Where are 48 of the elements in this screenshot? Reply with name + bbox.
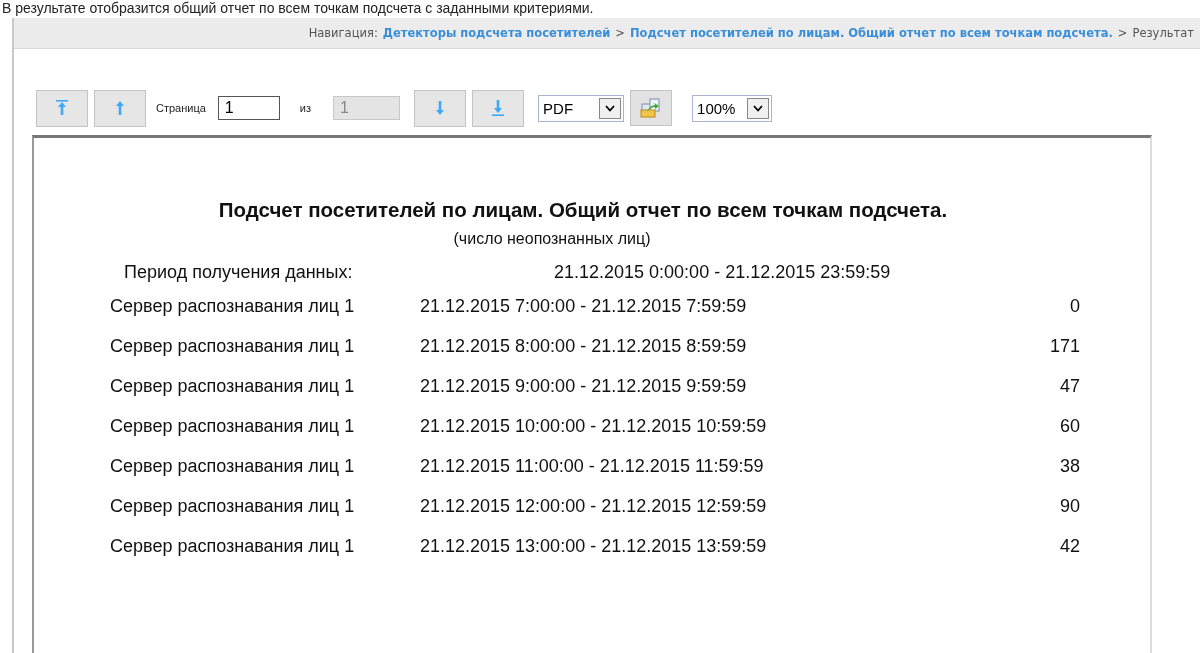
documents-arrow-icon	[640, 98, 663, 118]
arrow-down-to-bottom-icon	[491, 100, 506, 116]
time-interval: 21.12.2015 12:00:00 - 21.12.2015 12:59:59	[420, 495, 768, 517]
chevron-down-icon	[753, 104, 764, 112]
visitor-count: 60	[1058, 415, 1080, 437]
time-interval: 21.12.2015 9:00:00 - 21.12.2015 9:59:59	[420, 375, 748, 397]
time-interval: 21.12.2015 13:00:00 - 21.12.2015 13:59:59	[420, 535, 768, 557]
breadcrumb-current: Результат	[1132, 26, 1194, 40]
report-subtitle: (число неопознанных лиц)	[452, 230, 652, 248]
page-number-field[interactable]: 1	[217, 96, 280, 120]
period-value: 21.12.2015 0:00:00 - 21.12.2015 23:59:59	[554, 261, 891, 283]
total-pages-field: 1	[333, 96, 401, 120]
arrow-up-to-top-icon	[55, 100, 69, 116]
visitor-count: 90	[1058, 495, 1080, 517]
first-page-button[interactable]	[36, 89, 88, 127]
visitor-count: 38	[1058, 455, 1080, 477]
time-interval: 21.12.2015 7:00:00 - 21.12.2015 7:59:59	[420, 295, 748, 317]
next-page-button[interactable]	[414, 89, 467, 127]
period-label: Период получения данных:	[124, 261, 354, 283]
server-name: Сервер распознавания лиц 1	[110, 495, 356, 517]
time-interval: 21.12.2015 11:00:00 - 21.12.2015 11:59:59	[420, 455, 765, 477]
export-button[interactable]	[630, 90, 673, 126]
server-name: Сервер распознавания лиц 1	[110, 535, 356, 557]
server-name: Сервер распознавания лиц 1	[110, 455, 356, 477]
visitor-count: 47	[1058, 375, 1080, 397]
arrow-up-icon	[115, 101, 125, 115]
zoom-select[interactable]: 100%	[692, 94, 773, 122]
server-name: Сервер распознавания лиц 1	[110, 295, 356, 317]
time-interval: 21.12.2015 8:00:00 - 21.12.2015 8:59:59	[420, 335, 748, 357]
server-name: Сервер распознавания лиц 1	[110, 415, 356, 437]
visitor-count: 0	[1069, 295, 1080, 317]
of-label: из	[299, 102, 312, 114]
format-select[interactable]: PDF	[538, 94, 625, 122]
breadcrumb-separator: >	[1117, 26, 1128, 40]
visitor-count: 42	[1058, 535, 1080, 557]
page-label: Страница	[156, 102, 206, 114]
server-name: Сервер распознавания лиц 1	[110, 375, 356, 397]
breadcrumb-separator: >	[615, 26, 625, 40]
visitor-count: 171	[1048, 335, 1080, 357]
previous-page-button[interactable]	[94, 89, 146, 127]
breadcrumb-label: Навигация:	[308, 26, 378, 40]
chevron-down-icon	[605, 104, 616, 112]
time-interval: 21.12.2015 10:00:00 - 21.12.2015 10:59:59	[420, 415, 768, 437]
report-title: Подсчет посетителей по лицам. Общий отчет по всем точкам подсчета.	[217, 198, 949, 222]
server-name: Сервер распознавания лиц 1	[110, 335, 356, 357]
arrow-down-icon	[435, 101, 446, 115]
intro-text: В результате отобразится общий отчет по всем точкам подсчета с заданными критериями.	[1, 0, 595, 16]
last-page-button[interactable]	[472, 89, 525, 127]
